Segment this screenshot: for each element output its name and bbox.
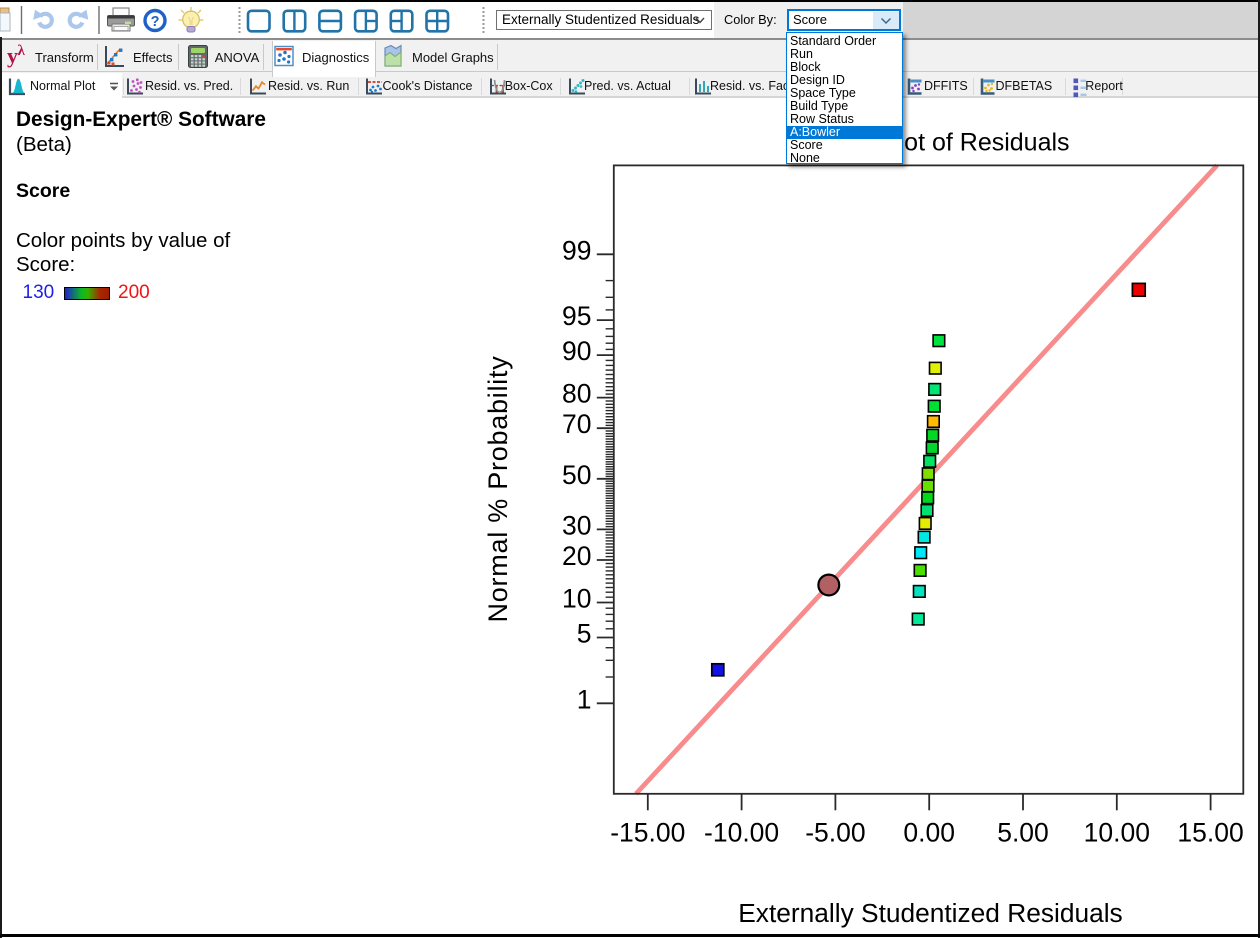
svg-text:70: 70 xyxy=(562,409,591,439)
svg-text:-15.00: -15.00 xyxy=(610,817,685,847)
svg-text:Normal % Probability: Normal % Probability xyxy=(483,355,513,622)
svg-text:10.00: 10.00 xyxy=(1084,817,1150,847)
svg-text:30: 30 xyxy=(562,510,591,540)
svg-text:80: 80 xyxy=(562,379,591,409)
svg-text:15.00: 15.00 xyxy=(1177,817,1243,847)
svg-text:10: 10 xyxy=(562,584,591,614)
svg-text:20: 20 xyxy=(562,541,591,571)
svg-text:y: y xyxy=(7,43,18,68)
svg-text:5: 5 xyxy=(577,619,592,649)
svg-text:-10.00: -10.00 xyxy=(704,817,779,847)
svg-text:?: ? xyxy=(151,14,160,30)
svg-text:99: 99 xyxy=(562,235,591,265)
svg-text:90: 90 xyxy=(562,336,591,366)
svg-text:50: 50 xyxy=(562,460,591,490)
svg-text:0.00: 0.00 xyxy=(903,817,955,847)
svg-text:5.00: 5.00 xyxy=(997,817,1049,847)
svg-text:-5.00: -5.00 xyxy=(805,817,865,847)
svg-text:λ: λ xyxy=(18,43,26,59)
svg-text:1: 1 xyxy=(577,684,592,714)
svg-text:95: 95 xyxy=(562,301,591,331)
svg-text:Externally Studentized Residua: Externally Studentized Residuals xyxy=(738,898,1122,928)
